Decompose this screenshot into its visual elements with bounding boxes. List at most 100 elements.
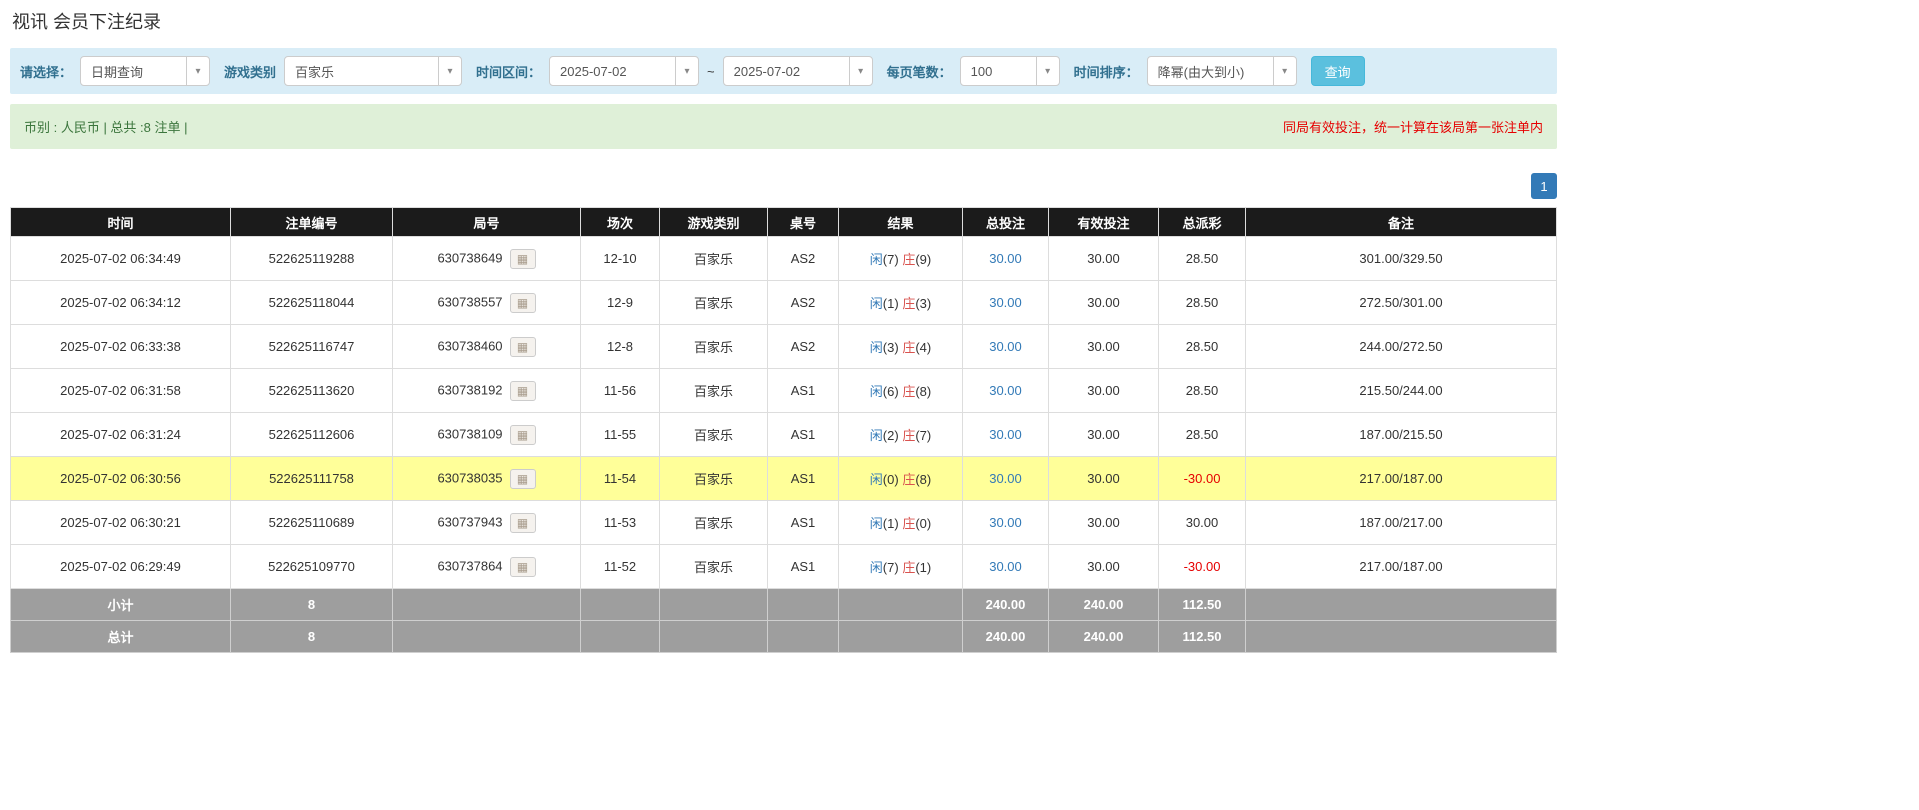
round-no-text: 630738192 [437,382,502,397]
cell-payout: 28.50 [1159,369,1246,413]
player-score: (7) [883,252,899,267]
summary-cell: 240.00 [1049,621,1159,653]
query-type-label: 请选择： [20,62,72,81]
video-replay-icon[interactable]: ▦ [510,337,536,357]
cell-result: 闲(3) 庄(4) [839,325,963,369]
total-bet-link[interactable]: 30.00 [989,559,1022,574]
summary-cell [1246,589,1557,621]
banker-result: 庄 [902,340,915,355]
cell-total-bet: 30.00 [963,413,1049,457]
cell-valid-bet: 30.00 [1049,325,1159,369]
player-result: 闲 [870,384,883,399]
banker-score: (4) [915,340,931,355]
banker-score: (1) [915,560,931,575]
date-range-label: 时间区间： [476,62,541,81]
pagination: 1 [10,173,1557,199]
cell-total-bet: 30.00 [963,545,1049,589]
summary-cell [660,621,768,653]
summary-cell: 总计 [11,621,231,653]
date-to-value: 2025-07-02 [724,64,849,79]
sort-order-select[interactable]: 降幂(由大到小) ▾ [1147,56,1297,86]
date-from-select[interactable]: 2025-07-02 ▾ [549,56,699,86]
cell-note: 272.50/301.00 [1246,281,1557,325]
total-bet-link[interactable]: 30.00 [989,251,1022,266]
total-bet-link[interactable]: 30.00 [989,295,1022,310]
video-replay-icon[interactable]: ▦ [510,249,536,269]
cell-time: 2025-07-02 06:33:38 [11,325,231,369]
summary-row: 小计8240.00240.00112.50 [11,589,1557,621]
column-header: 桌号 [768,208,839,237]
cell-note: 244.00/272.50 [1246,325,1557,369]
total-bet-link[interactable]: 30.00 [989,427,1022,442]
query-type-select[interactable]: 日期查询 ▾ [80,56,210,86]
valid-bet-notice-text: 同局有效投注，统一计算在该局第一张注单内 [1283,117,1543,136]
cell-game-type: 百家乐 [660,413,768,457]
cell-game-type: 百家乐 [660,501,768,545]
cell-result: 闲(0) 庄(8) [839,457,963,501]
cell-table-no: AS2 [768,281,839,325]
cell-payout: 28.50 [1159,413,1246,457]
cell-payout: 28.50 [1159,325,1246,369]
summary-cell [839,621,963,653]
cell-time: 2025-07-02 06:30:21 [11,501,231,545]
cell-total-bet: 30.00 [963,325,1049,369]
video-replay-icon[interactable]: ▦ [510,469,536,489]
cell-session: 12-8 [581,325,660,369]
cell-note: 215.50/244.00 [1246,369,1557,413]
cell-session: 12-10 [581,237,660,281]
total-bet-link[interactable]: 30.00 [989,339,1022,354]
cell-table-no: AS2 [768,237,839,281]
video-replay-icon[interactable]: ▦ [510,557,536,577]
video-replay-icon[interactable]: ▦ [510,425,536,445]
banker-score: (9) [915,252,931,267]
cell-valid-bet: 30.00 [1049,281,1159,325]
video-replay-icon[interactable]: ▦ [510,381,536,401]
date-from-value: 2025-07-02 [550,64,675,79]
cell-bet-no: 522625119288 [231,237,393,281]
cell-round-no: 630738035 ▦ [393,457,581,501]
banker-score: (0) [915,516,931,531]
chevron-down-icon: ▾ [849,57,872,85]
summary-bar: 币别 : 人民币 | 总共 :8 注单 | 同局有效投注，统一计算在该局第一张注… [10,104,1557,149]
search-button[interactable]: 查询 [1311,56,1365,86]
summary-cell [393,621,581,653]
column-header: 游戏类别 [660,208,768,237]
video-replay-icon[interactable]: ▦ [510,513,536,533]
table-row: 2025-07-02 06:31:24522625112606630738109… [11,413,1557,457]
cell-table-no: AS1 [768,545,839,589]
total-bet-link[interactable]: 30.00 [989,515,1022,530]
page-size-select[interactable]: 100 ▾ [960,56,1060,86]
video-replay-icon[interactable]: ▦ [510,293,536,313]
cell-result: 闲(7) 庄(9) [839,237,963,281]
column-header: 场次 [581,208,660,237]
cell-result: 闲(1) 庄(0) [839,501,963,545]
round-no-text: 630738035 [437,470,502,485]
cell-table-no: AS1 [768,413,839,457]
query-type-value: 日期查询 [81,62,186,81]
summary-cell: 112.50 [1159,621,1246,653]
cell-payout: -30.00 [1159,457,1246,501]
cell-total-bet: 30.00 [963,237,1049,281]
banker-result: 庄 [902,428,915,443]
summary-cell [581,621,660,653]
cell-note: 187.00/215.50 [1246,413,1557,457]
page-button-1[interactable]: 1 [1531,173,1557,199]
cell-table-no: AS1 [768,501,839,545]
cell-game-type: 百家乐 [660,457,768,501]
date-to-select[interactable]: 2025-07-02 ▾ [723,56,873,86]
chevron-down-icon: ▾ [1273,57,1296,85]
cell-session: 11-52 [581,545,660,589]
total-bet-link[interactable]: 30.00 [989,471,1022,486]
game-type-select[interactable]: 百家乐 ▾ [284,56,462,86]
table-header-row: 时间注单编号局号场次游戏类别桌号结果总投注有效投注总派彩备注 [11,208,1557,237]
column-header: 总投注 [963,208,1049,237]
page-title: 视讯 会员下注纪录 [12,8,1557,34]
cell-time: 2025-07-02 06:29:49 [11,545,231,589]
cell-valid-bet: 30.00 [1049,457,1159,501]
currency-summary-text: 币别 : 人民币 | 总共 :8 注单 | [24,117,188,136]
column-header: 局号 [393,208,581,237]
cell-session: 11-54 [581,457,660,501]
total-bet-link[interactable]: 30.00 [989,383,1022,398]
player-result: 闲 [870,472,883,487]
round-no-text: 630738460 [437,338,502,353]
